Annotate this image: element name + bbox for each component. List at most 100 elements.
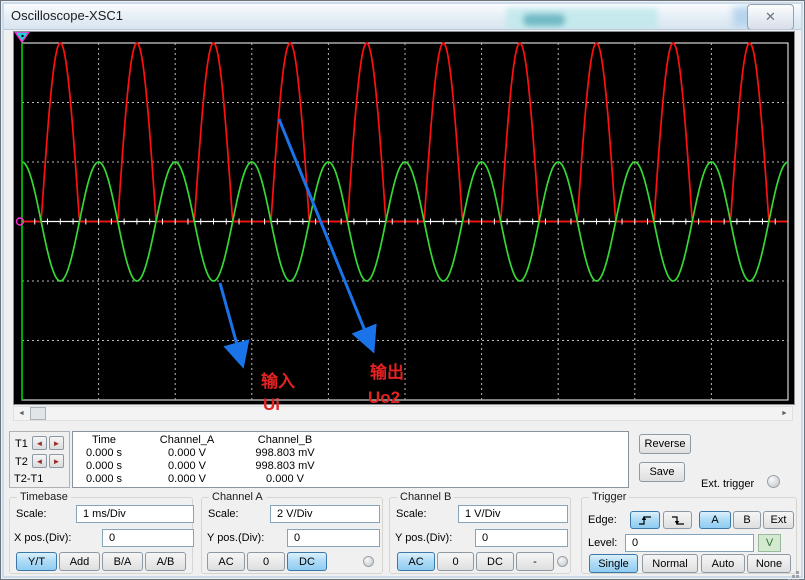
channel-a-dc-button[interactable]: DC: [287, 552, 327, 571]
timebase-scale-label: Scale:: [16, 508, 47, 520]
t1-label: T1: [15, 438, 28, 450]
channel-b-caption: Channel B: [397, 491, 454, 503]
channel-a-caption: Channel A: [209, 491, 266, 503]
timebase-scale-input[interactable]: [76, 505, 194, 523]
trigger-level-input[interactable]: [625, 534, 754, 552]
reverse-button[interactable]: Reverse: [639, 434, 691, 454]
ext-trigger-indicator: [767, 475, 780, 488]
table-header-channel-b: Channel_B: [239, 434, 331, 447]
cursor-panel: T1 ◄ ► T2 ◄ ► T2-T1: [9, 431, 70, 488]
trigger-mode-auto-button[interactable]: Auto: [701, 554, 745, 573]
scrollbar-thumb[interactable]: [30, 407, 46, 420]
table-row-t2: 0.000 s 0.000 V 998.803 mV: [73, 460, 628, 473]
input-annotation-arrow: [220, 283, 242, 363]
timebase-xpos-input[interactable]: [102, 529, 194, 547]
save-button[interactable]: Save: [639, 462, 685, 482]
trigger-source-a-button[interactable]: A: [699, 511, 731, 529]
scrollbar-right-button[interactable]: ►: [777, 407, 792, 420]
scrollbar-left-button[interactable]: ◄: [14, 407, 29, 420]
trigger-level-label: Level:: [588, 537, 617, 549]
t2-right-button[interactable]: ►: [49, 454, 64, 468]
output-annotation-arrow: [279, 119, 372, 348]
readout-table: Time Channel_A Channel_B 0.000 s 0.000 V…: [72, 431, 629, 488]
table-row-t1: 0.000 s 0.000 V 998.803 mV: [73, 447, 628, 460]
table-cell: 0.000 s: [73, 460, 135, 473]
t1-left-button[interactable]: ◄: [32, 436, 47, 450]
timebase-caption: Timebase: [17, 491, 71, 503]
glass-reflection: [523, 14, 565, 26]
table-header-row: Time Channel_A Channel_B: [73, 434, 628, 447]
table-cell: 0.000 s: [73, 473, 135, 486]
scope-h-scrollbar[interactable]: ◄ ►: [13, 406, 793, 421]
annotation-input-label: 输入: [261, 373, 295, 390]
t2-left-button[interactable]: ◄: [32, 454, 47, 468]
t2t1-label: T2-T1: [14, 473, 43, 485]
trigger-level-unit[interactable]: V: [758, 534, 781, 552]
table-row-t2t1: 0.000 s 0.000 V 0.000 V: [73, 473, 628, 486]
table-cell: 0.000 V: [239, 473, 331, 486]
channel-a-scale-input[interactable]: [270, 505, 380, 523]
channel-a-scale-label: Scale:: [208, 508, 239, 520]
scroll-left-icon: ◄: [18, 410, 25, 417]
annotation-input-sub: Ui: [263, 396, 280, 413]
table-cell: 0.000 V: [135, 460, 239, 473]
trigger-edge-rising-button[interactable]: [630, 511, 660, 529]
table-header-time: Time: [73, 434, 135, 447]
channel-a-ac-button[interactable]: AC: [207, 552, 245, 571]
ext-trigger-label: Ext. trigger: [701, 478, 754, 490]
channel-b-ac-button[interactable]: AC: [397, 552, 435, 571]
close-button[interactable]: ✕: [747, 4, 794, 30]
trigger-mode-none-button[interactable]: None: [747, 554, 791, 573]
titlebar[interactable]: Oscilloscope-XSC1 ✕: [2, 2, 803, 30]
channel-b-zero-button[interactable]: 0: [437, 552, 474, 571]
table-cell: 998.803 mV: [239, 460, 331, 473]
t2-label: T2: [15, 456, 28, 468]
window-title: Oscilloscope-XSC1: [11, 8, 123, 23]
channel-b-scale-input[interactable]: [458, 505, 568, 523]
t1-right-icon: ►: [53, 439, 61, 448]
channel-a-ypos-input[interactable]: [287, 529, 380, 547]
scroll-right-icon: ►: [781, 410, 788, 417]
scope-display: 输入 Ui 输出 Uo2: [13, 31, 795, 405]
table-cell: 0.000 V: [135, 447, 239, 460]
trigger-source-b-button[interactable]: B: [733, 511, 761, 529]
trigger-edge-falling-button[interactable]: [663, 511, 692, 529]
annotation-output-sub: Uo2: [368, 389, 400, 406]
channel-b-scale-label: Scale:: [396, 508, 427, 520]
channel-b-ypos-input[interactable]: [475, 529, 568, 547]
group-channel-b: Channel B Scale: Y pos.(Div): AC 0 DC -: [389, 497, 571, 574]
group-timebase: Timebase Scale: X pos.(Div): Y/T Add B/A…: [9, 497, 193, 574]
channel-b-indicator: [557, 556, 568, 567]
channel-b-dc-button[interactable]: DC: [476, 552, 514, 571]
timebase-xpos-label: X pos.(Div):: [14, 532, 71, 544]
add-button[interactable]: Add: [59, 552, 100, 571]
t1-left-icon: ◄: [36, 439, 44, 448]
table-cell: 998.803 mV: [239, 447, 331, 460]
t2-left-icon: ◄: [36, 457, 44, 466]
ba-button[interactable]: B/A: [102, 552, 143, 571]
annotation-arrows: [14, 32, 794, 404]
group-trigger: Trigger Edge: A B Ext Level: V Single No…: [581, 497, 797, 574]
channel-a-indicator: [363, 556, 374, 567]
t1-right-button[interactable]: ►: [49, 436, 64, 450]
falling-edge-icon: [671, 514, 685, 526]
channel-a-ypos-label: Y pos.(Div):: [207, 532, 264, 544]
close-icon: ✕: [765, 9, 776, 25]
trigger-mode-single-button[interactable]: Single: [589, 554, 638, 573]
channel-b-minus-button[interactable]: -: [516, 552, 554, 571]
resize-grip[interactable]: [796, 571, 799, 574]
rising-edge-icon: [638, 514, 652, 526]
ab-button[interactable]: A/B: [145, 552, 186, 571]
trigger-caption: Trigger: [589, 491, 629, 503]
oscilloscope-window: Oscilloscope-XSC1 ✕ 输入 Ui 输出 Uo2 ◄ ►: [0, 0, 805, 580]
group-channel-a: Channel A Scale: Y pos.(Div): AC 0 DC: [201, 497, 383, 574]
channel-b-ypos-label: Y pos.(Div):: [395, 532, 452, 544]
table-cell: 0.000 s: [73, 447, 135, 460]
table-cell: 0.000 V: [135, 473, 239, 486]
trigger-edge-label: Edge:: [588, 514, 617, 526]
trigger-source-ext-button[interactable]: Ext: [763, 511, 794, 529]
yt-button[interactable]: Y/T: [16, 552, 57, 571]
t2-right-icon: ►: [53, 457, 61, 466]
channel-a-zero-button[interactable]: 0: [247, 552, 285, 571]
trigger-mode-normal-button[interactable]: Normal: [642, 554, 698, 573]
